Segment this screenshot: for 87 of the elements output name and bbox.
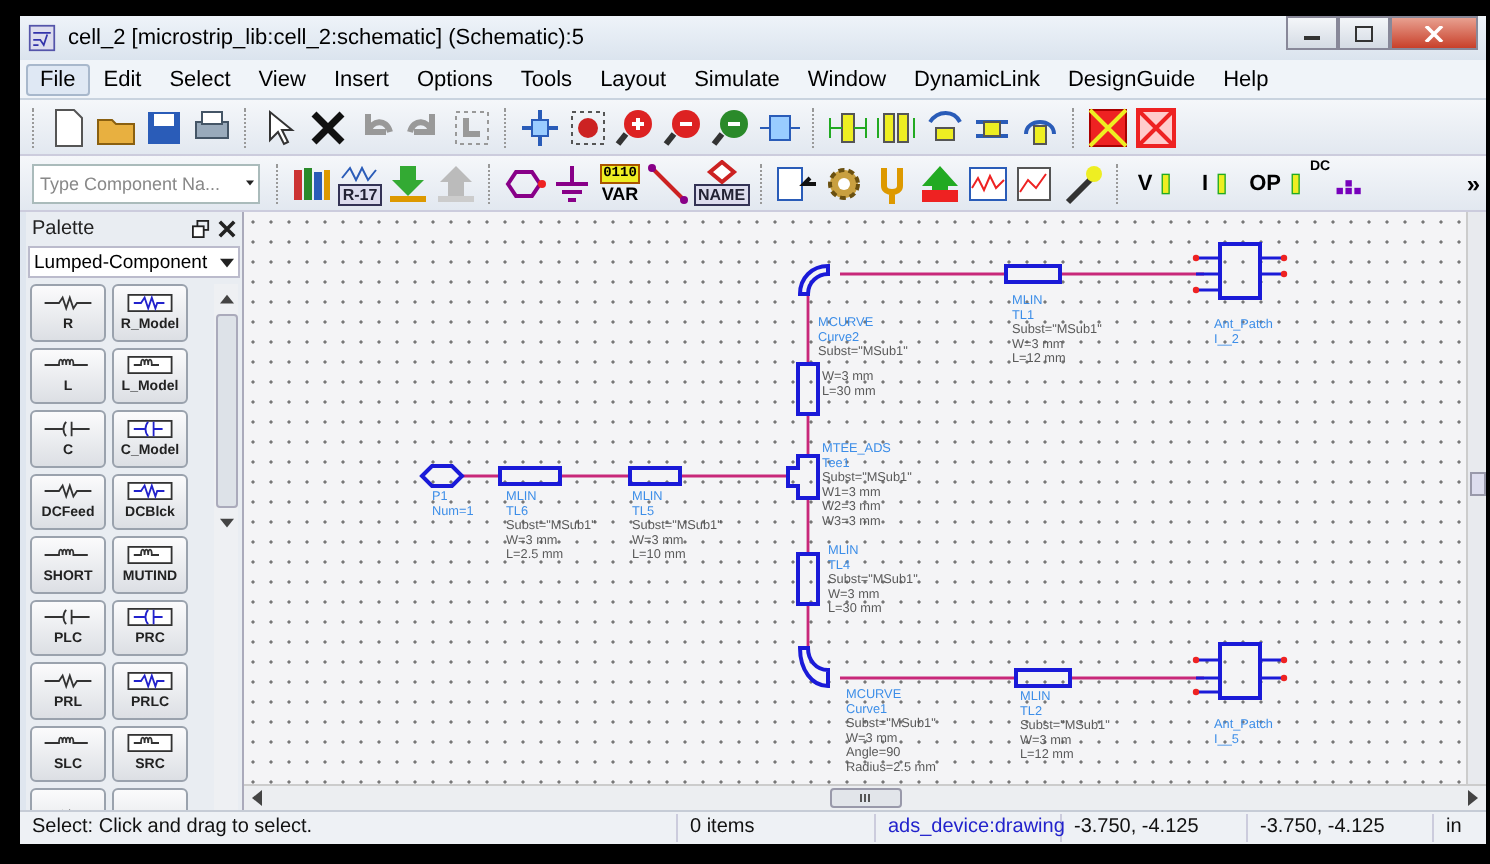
ground-icon xyxy=(550,161,594,205)
operating-point-button[interactable]: OP xyxy=(1247,159,1308,207)
dropdown-caret-icon xyxy=(246,178,254,188)
component-symbol-icon xyxy=(124,419,176,438)
component-symbol-icon xyxy=(42,671,94,690)
scrollbar[interactable] xyxy=(214,284,238,810)
status-text: in xyxy=(1444,814,1464,842)
bend-symbol xyxy=(798,646,830,688)
menu-item[interactable]: View xyxy=(244,63,320,95)
component-symbol-icon xyxy=(42,608,94,627)
component-search-field[interactable]: Type Component Na... xyxy=(32,163,260,203)
dropdown-caret-icon xyxy=(220,257,234,267)
palette-title: Palette xyxy=(32,218,97,240)
scroll-left-icon xyxy=(252,790,262,806)
menu-item[interactable]: Insert xyxy=(319,63,403,95)
wire xyxy=(560,474,630,478)
component-symbol-icon xyxy=(124,608,176,627)
wire xyxy=(806,604,810,648)
component-symbol-icon xyxy=(124,545,176,564)
wire-button[interactable] xyxy=(644,159,692,207)
arrow-up-icon xyxy=(917,161,962,205)
magic-wand-icon xyxy=(1061,161,1106,205)
menu-item[interactable]: Layout xyxy=(586,63,681,95)
scrollbar-thumb[interactable] xyxy=(829,788,901,808)
component-symbol-icon xyxy=(42,482,94,501)
scrollbar-thumb[interactable] xyxy=(215,314,237,508)
port-symbol xyxy=(419,464,465,488)
menu-item[interactable]: Window xyxy=(793,63,901,95)
close-icon[interactable] xyxy=(218,220,236,238)
status-text: Select: Click and drag to select. xyxy=(20,814,678,842)
window-title: cell_2 [microstrip_lib:cell_2:schematic] (Schematic):5 xyxy=(68,26,586,50)
wire xyxy=(806,294,810,364)
scrollbar[interactable] xyxy=(244,784,1486,810)
scroll-right-icon xyxy=(1468,790,1478,806)
menu-item[interactable]: Help xyxy=(1209,63,1283,95)
zoom-out-icon xyxy=(710,105,754,149)
restore-icon[interactable] xyxy=(192,220,210,238)
menu-item[interactable]: DesignGuide xyxy=(1053,63,1210,95)
menu-item[interactable]: Edit xyxy=(89,63,156,95)
menu-item[interactable]: DynamicLink xyxy=(900,63,1054,95)
wire-label-button[interactable]: NAME xyxy=(692,159,752,207)
status-text: -3.750, -4.125 xyxy=(1248,814,1434,842)
parameter-button[interactable]: R-17 xyxy=(336,159,384,207)
component-symbol-icon xyxy=(124,734,176,753)
component-symbol-icon xyxy=(124,671,176,690)
minimize-button[interactable] xyxy=(1286,16,1338,50)
component-symbol-icon xyxy=(42,293,94,312)
wire-icon xyxy=(646,161,690,205)
voltage-probe-button[interactable]: V xyxy=(1127,159,1188,207)
menu-item[interactable]: Tools xyxy=(506,63,587,95)
menu-item[interactable]: Simulate xyxy=(680,63,794,95)
zoom-area-icon xyxy=(566,105,610,149)
maximize-icon xyxy=(1354,25,1374,41)
status-text: ads_device:drawing xyxy=(876,814,1062,842)
bend-symbol xyxy=(798,264,830,296)
graph-icon xyxy=(965,161,1010,205)
library-dropdown[interactable]: Lumped-Component xyxy=(28,246,240,278)
close-button[interactable] xyxy=(1390,16,1478,50)
antenna-patch-symbol xyxy=(1192,242,1288,300)
component-symbol-icon xyxy=(124,293,176,312)
download-icon xyxy=(386,161,430,205)
wire xyxy=(680,474,788,478)
overflow-button[interactable]: » xyxy=(1460,169,1486,197)
menu-item[interactable]: Options xyxy=(402,63,507,95)
close-icon xyxy=(1424,25,1444,41)
schematic-canvas[interactable] xyxy=(244,212,1466,784)
menu-item[interactable]: Select xyxy=(155,63,245,95)
scroll-up-icon xyxy=(219,294,233,304)
wire xyxy=(806,498,810,554)
status-text: -3.750, -4.125 xyxy=(1062,814,1248,842)
scrollbar[interactable] xyxy=(1466,212,1486,784)
scrollbar-thumb[interactable] xyxy=(1470,472,1486,496)
wire xyxy=(806,414,810,456)
wire xyxy=(460,474,500,478)
status-text: 0 items xyxy=(678,814,876,842)
menu-item[interactable]: File xyxy=(26,63,90,95)
move-icon xyxy=(518,105,562,149)
maximize-button[interactable] xyxy=(1338,16,1390,50)
component-symbol-icon xyxy=(124,482,176,501)
component-symbol-icon xyxy=(42,419,94,438)
app-icon xyxy=(28,24,56,52)
current-probe-button[interactable]: I xyxy=(1187,159,1248,207)
tee-junction-symbol xyxy=(786,454,820,500)
scroll-down-icon xyxy=(219,518,233,528)
component-symbol-icon xyxy=(124,356,176,375)
antenna-patch-symbol xyxy=(1192,642,1288,700)
upload-icon xyxy=(434,161,478,205)
